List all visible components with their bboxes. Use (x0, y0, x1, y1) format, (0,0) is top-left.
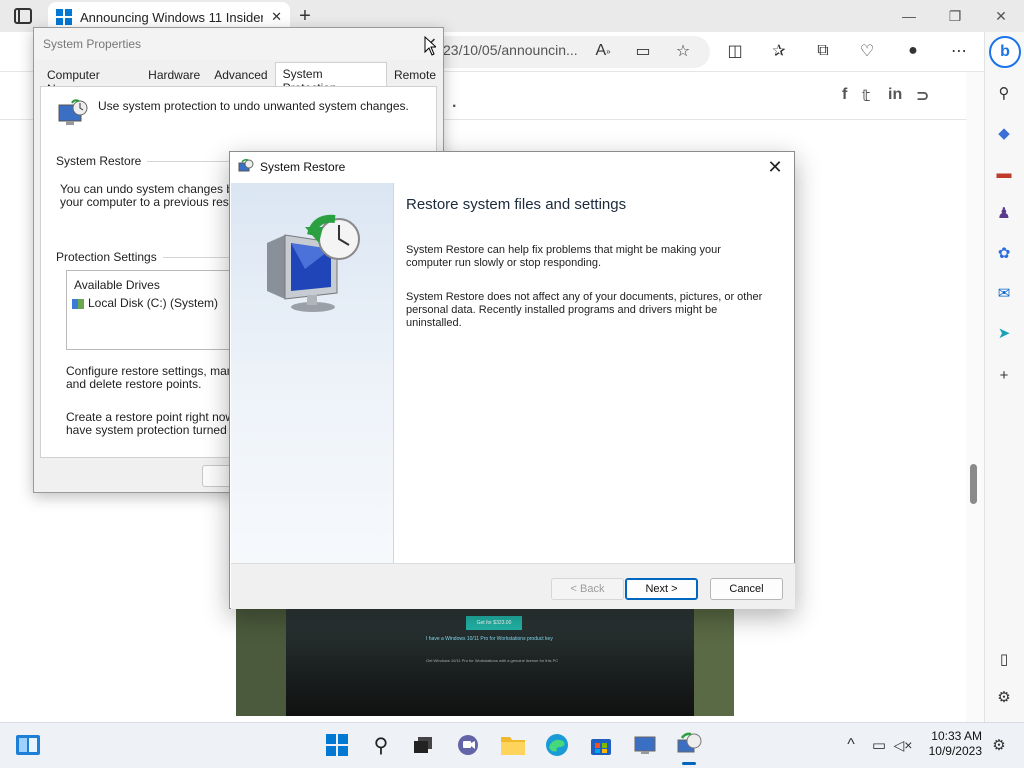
add-sidebar-icon[interactable]: + (993, 364, 1015, 386)
task-view-icon[interactable] (410, 732, 436, 758)
next-button[interactable]: Next > (625, 578, 698, 600)
edge-sidebar: b ⚲ ◆ ▬ ♟ ✿ ✉ ➤ + ▯ ⚙ (984, 32, 1024, 722)
url-text[interactable]: 23/10/05/announcin... (443, 42, 578, 58)
show-hidden-icons-chevron[interactable]: ^ (838, 732, 864, 758)
tab-title: Announcing Windows 11 Insider (80, 9, 264, 25)
favorites-icon[interactable]: ✰ (768, 40, 790, 62)
games-icon[interactable]: ♟ (993, 202, 1015, 224)
shopping-icon[interactable]: ◆ (993, 122, 1015, 144)
outlook-icon[interactable]: ✉ (993, 282, 1015, 304)
immersive-reader-icon[interactable]: ▭ (632, 40, 654, 62)
edge-browser-icon[interactable] (544, 732, 570, 758)
rss-icon[interactable]: ⊃ (916, 86, 929, 106)
banner-trees-right (694, 606, 734, 716)
tab-advanced[interactable]: Advanced (207, 64, 274, 86)
linkedin-icon[interactable]: in (888, 86, 902, 104)
system-restore-dialog: System Restore ✕ Restore system files an… (229, 151, 795, 609)
drive-label: Local Disk (C:) (System) (88, 296, 219, 310)
copilot-icon[interactable]: b (989, 36, 1021, 68)
microsoft365-icon[interactable]: ✿ (993, 242, 1015, 264)
tab-hardware[interactable]: Hardware (141, 64, 207, 86)
drive-row[interactable]: Local Disk (C:) (System) (72, 297, 218, 310)
taskbar-clock[interactable]: 10:33 AM 10/9/2023 (920, 729, 982, 759)
active-app-indicator (682, 762, 696, 765)
protection-settings-group-label: Protection Settings (56, 250, 163, 264)
scroll-thumb[interactable] (970, 464, 977, 504)
notifications-icon[interactable]: ⚙ (986, 732, 1012, 758)
clock-time: 10:33 AM (931, 729, 982, 743)
browser-essentials-icon[interactable]: ♡ (856, 40, 878, 62)
create-text-2: have system protection turned on. (66, 423, 247, 437)
widgets-icon[interactable] (15, 732, 41, 758)
clock-date: 10/9/2023 (928, 744, 982, 758)
restore-button[interactable]: ❐ (932, 0, 978, 32)
network-icon[interactable]: ▭ (866, 732, 892, 758)
file-explorer-icon[interactable] (500, 732, 526, 758)
collections-icon[interactable]: ⧉ (812, 40, 834, 62)
volume-muted-icon[interactable]: ◁× (890, 732, 916, 758)
system-properties-app-icon[interactable] (632, 732, 658, 758)
ok-button[interactable] (202, 465, 232, 487)
banner-line-1: I have a Windows 10/11 Pro for Workstati… (426, 636, 553, 642)
new-tab-button[interactable]: + (292, 3, 318, 29)
drive-icon (72, 298, 84, 309)
search-icon[interactable]: ⚲ (368, 732, 394, 758)
banner-line-2: Get Windows 10/11 Pro for Workstations w… (426, 658, 559, 663)
banner-trees-left (236, 606, 286, 716)
read-aloud-icon[interactable]: A» (592, 40, 614, 62)
split-screen-icon[interactable]: ◫ (724, 40, 746, 62)
wizard-heading: Restore system files and settings (406, 196, 627, 213)
tab-actions-icon[interactable] (14, 8, 32, 24)
windows-logo-icon (56, 9, 72, 25)
banner-cta-button[interactable]: Get for $323.00 (466, 616, 522, 630)
wizard-paragraph-1: System Restore can help fix problems tha… (406, 244, 721, 269)
profile-icon[interactable]: ● (902, 40, 924, 62)
minimize-button[interactable]: — (886, 0, 932, 32)
page-dot: . (452, 94, 457, 111)
system-restore-app-icon[interactable] (676, 732, 702, 758)
favorite-star-icon[interactable]: ☆ (672, 40, 694, 62)
mouse-cursor-icon (424, 36, 436, 56)
wizard-paragraph-2: System Restore does not affect any of yo… (406, 291, 763, 329)
teams-chat-icon[interactable] (455, 732, 481, 758)
facebook-icon[interactable]: f (842, 86, 847, 104)
more-menu-icon[interactable]: ⋯ (948, 40, 970, 62)
start-button-icon[interactable] (324, 732, 350, 758)
settings-icon[interactable]: ⚙ (993, 686, 1015, 708)
configure-text-2: and delete restore points. (66, 377, 202, 391)
available-drives-list[interactable]: Available Drives Local Disk (C:) (System… (66, 270, 246, 350)
wizard-close-button[interactable]: ✕ (764, 156, 786, 178)
wizard-side-panel (231, 183, 394, 563)
tools-icon[interactable]: ▬ (993, 162, 1015, 184)
system-protection-icon (58, 99, 88, 125)
system-restore-title-icon (238, 159, 254, 172)
page-scrollbar[interactable] (966, 72, 984, 722)
tab-close-icon[interactable]: ✕ (271, 9, 282, 25)
twitter-icon[interactable]: 𝕥 (862, 86, 870, 106)
search-icon[interactable]: ⚲ (993, 82, 1015, 104)
close-window-button[interactable]: ✕ (978, 0, 1024, 32)
cancel-button[interactable]: Cancel (710, 578, 783, 600)
tab-remote[interactable]: Remote (387, 64, 443, 86)
tab-system-protection[interactable]: System Protection (274, 62, 387, 95)
page-banner-image: Get for $323.00 I have a Windows 10/11 P… (236, 606, 734, 716)
intro-text: Use system protection to undo unwanted s… (98, 99, 409, 113)
system-restore-group-label: System Restore (56, 154, 148, 168)
wizard-title: System Restore (230, 152, 794, 182)
microsoft-store-icon[interactable] (588, 732, 614, 758)
restore-monitor-clock-icon (267, 214, 360, 312)
system-properties-title: System Properties (34, 28, 443, 60)
sidebar-panel-icon[interactable]: ▯ (993, 648, 1015, 670)
drop-icon[interactable]: ➤ (993, 322, 1015, 344)
property-tabs: Computer Name Hardware Advanced System P… (40, 62, 443, 96)
back-button[interactable]: < Back (551, 578, 624, 600)
drives-column-header: Available Drives (74, 278, 160, 292)
tab-computer-name[interactable]: Computer Name (40, 64, 141, 96)
